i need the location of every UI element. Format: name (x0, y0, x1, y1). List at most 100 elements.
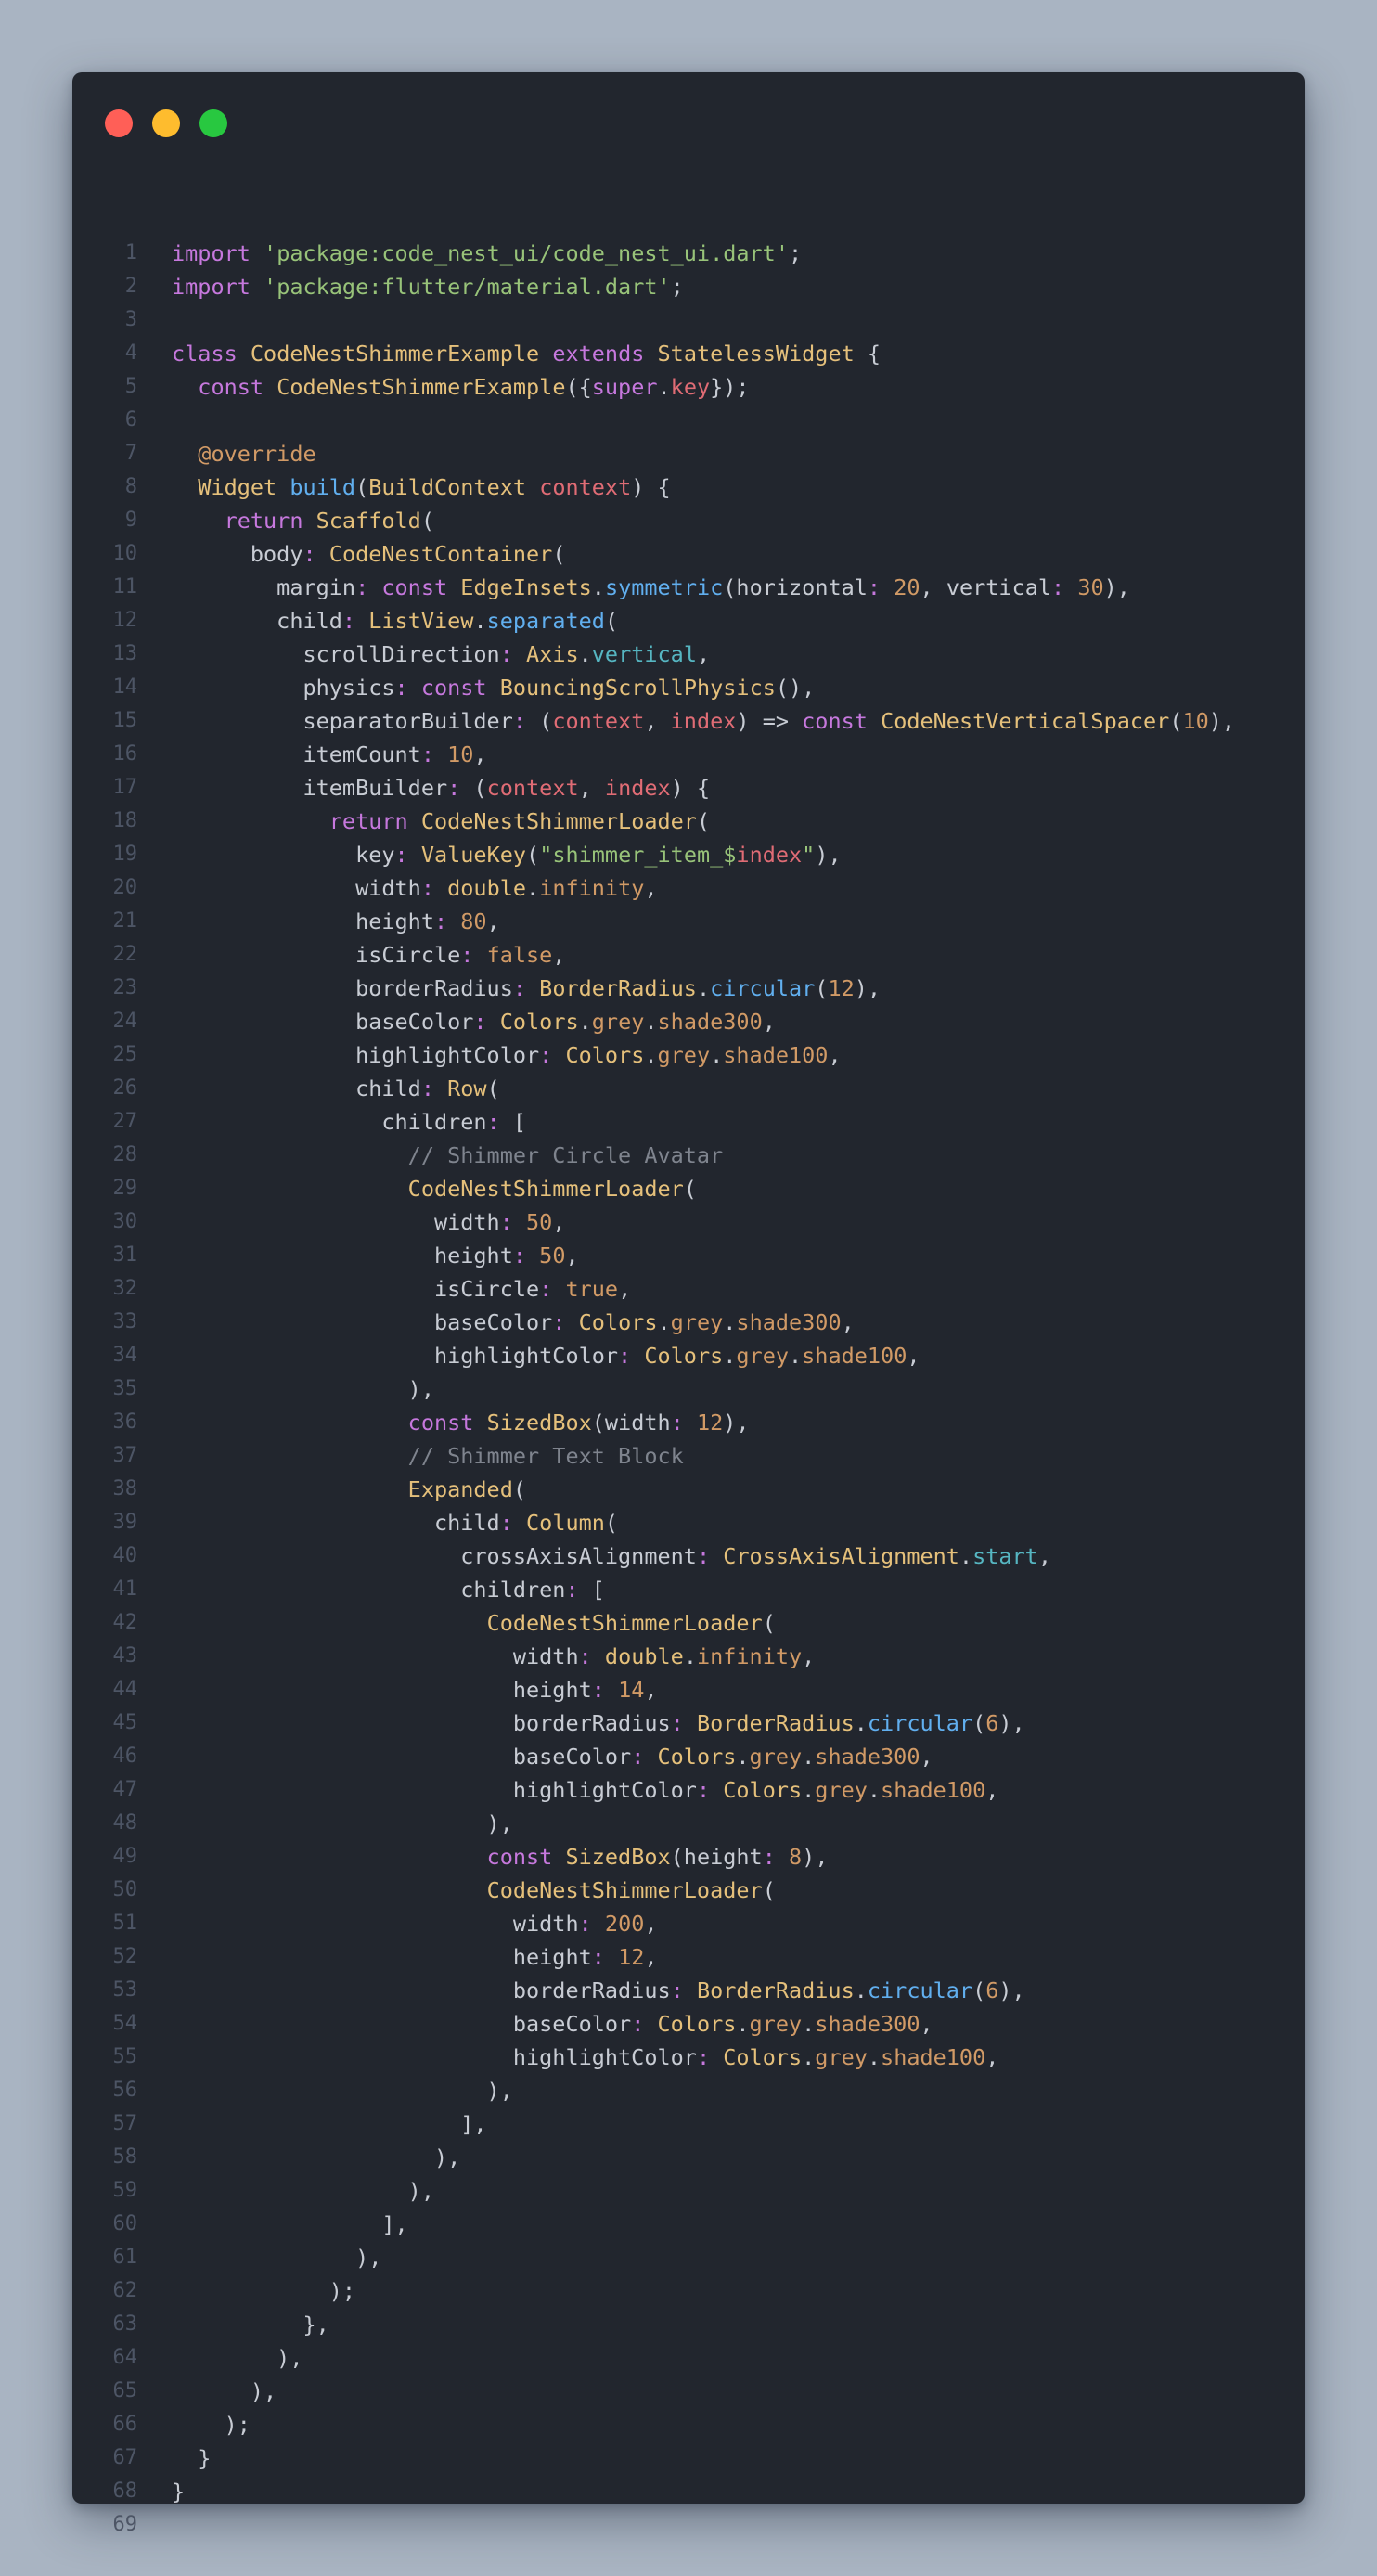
code-token: , (841, 1309, 855, 1335)
code-text: children: [ (172, 1105, 526, 1139)
code-text: ], (172, 2107, 486, 2141)
line-number: 35 (112, 1377, 138, 1400)
code-token: , (473, 741, 487, 767)
code-token: Expanded (407, 1476, 513, 1502)
code-token: 12 (828, 975, 855, 1001)
line-number: 47 (112, 1778, 138, 1801)
code-text: ], (172, 2208, 407, 2241)
code-token: : (394, 842, 408, 868)
code-line: 50 CodeNestShimmerLoader( (72, 1874, 1305, 1907)
code-token: child (172, 1075, 421, 1101)
code-line: 44 height: 14, (72, 1673, 1305, 1707)
close-button[interactable] (105, 109, 133, 137)
code-token: ), (723, 1410, 750, 1436)
code-text: const SizedBox(height: 8), (172, 1840, 829, 1874)
code-token: ( (526, 842, 540, 868)
code-token: 30 (1077, 574, 1104, 600)
code-token: : (499, 1510, 513, 1536)
code-token: grey (657, 1042, 711, 1068)
maximize-button[interactable] (199, 109, 227, 137)
code-token: ), (1208, 708, 1236, 734)
code-line: 64 ), (72, 2341, 1305, 2375)
code-line: 6 (72, 404, 1305, 437)
code-token: 50 (526, 1209, 553, 1235)
code-token: ( (460, 775, 487, 801)
code-text: borderRadius: BorderRadius.circular(6), (172, 1974, 1025, 2007)
code-token: . (802, 1777, 816, 1803)
line-number: 8 (124, 475, 137, 498)
code-line: 67 } (72, 2441, 1305, 2475)
line-number: 7 (124, 442, 137, 465)
code-token: , (644, 708, 671, 734)
code-line: 10 body: CodeNestContainer( (72, 537, 1305, 571)
code-token: . (526, 875, 540, 901)
code-line: 69 (72, 2508, 1305, 2542)
code-token: : (631, 1744, 645, 1770)
line-number: 1 (124, 241, 137, 264)
code-token: : (302, 541, 316, 567)
code-line: 28 // Shimmer Circle Avatar (72, 1139, 1305, 1172)
code-token: separatorBuilder (172, 708, 513, 734)
code-token: children (172, 1109, 487, 1135)
code-line: 42 CodeNestShimmerLoader( (72, 1606, 1305, 1640)
line-number: 40 (112, 1544, 138, 1567)
code-token: ), (172, 2078, 513, 2104)
line-number: 19 (112, 843, 138, 866)
code-line: 57 ], (72, 2107, 1305, 2141)
code-token: (horizontal (723, 574, 868, 600)
code-token: grey (736, 1343, 789, 1369)
line-number: 52 (112, 1945, 138, 1968)
code-token: import (172, 240, 251, 266)
code-text: ), (172, 2174, 434, 2208)
code-token: : (539, 1042, 553, 1068)
code-token: } (172, 2479, 186, 2505)
code-token: Axis (526, 641, 579, 667)
code-token: ( (604, 1510, 619, 1536)
code-token: height (172, 908, 434, 934)
code-token: ); (172, 2278, 356, 2304)
code-line: 11 margin: const EdgeInsets.symmetric(ho… (72, 571, 1305, 604)
code-token: context (539, 474, 632, 500)
line-number: 61 (112, 2246, 138, 2269)
code-token: : (1051, 574, 1065, 600)
line-number: 43 (112, 1644, 138, 1668)
code-token: const (381, 574, 448, 600)
line-number: 23 (112, 976, 138, 999)
code-token: ; (670, 274, 684, 300)
code-token: ) { (631, 474, 671, 500)
code-token: CodeNestShimmerLoader (407, 1176, 684, 1202)
code-token: Colors (723, 1777, 803, 1803)
line-number: 42 (112, 1611, 138, 1634)
code-token: grey (815, 1777, 868, 1803)
code-token: [ (499, 1109, 527, 1135)
code-token: 10 (447, 741, 474, 767)
line-number: 46 (112, 1745, 138, 1768)
code-text: Expanded( (172, 1473, 526, 1506)
code-token: , (762, 1009, 776, 1035)
line-number: 17 (112, 776, 138, 799)
code-token: ValueKey (420, 842, 527, 868)
line-number: 63 (112, 2312, 138, 2336)
line-number: 66 (112, 2413, 138, 2436)
minimize-button[interactable] (152, 109, 180, 137)
code-line: 53 borderRadius: BorderRadius.circular(6… (72, 1974, 1305, 2007)
code-token: grey (749, 2011, 803, 2037)
line-number: 5 (124, 375, 137, 398)
code-token: height (172, 1677, 592, 1703)
code-token: import (172, 274, 251, 300)
code-line: 4 class CodeNestShimmerExample extends St… (72, 337, 1305, 370)
code-token: ( (486, 1075, 500, 1101)
code-token: infinity (696, 1643, 803, 1669)
code-token: , (644, 1944, 658, 1970)
code-token: : (591, 1677, 605, 1703)
